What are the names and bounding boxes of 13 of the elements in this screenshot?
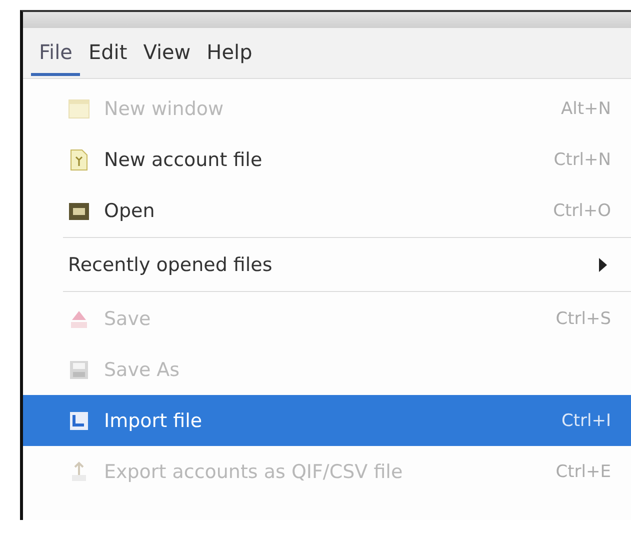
import-icon — [68, 410, 90, 432]
window-icon — [68, 98, 90, 120]
menu-bar-item[interactable]: Edit — [80, 30, 136, 76]
save-as-icon — [68, 358, 90, 380]
submenu-arrow-icon — [599, 258, 607, 272]
menu-item[interactable]: Recently opened files — [23, 239, 631, 290]
menu-item[interactable]: Import file Ctrl+I — [23, 395, 631, 446]
menu-item[interactable]: New account file Ctrl+N — [23, 134, 631, 185]
menu-bar-item[interactable]: File — [31, 30, 80, 76]
menu-bar-item[interactable]: View — [135, 30, 199, 76]
menu-item[interactable]: Open Ctrl+O — [23, 185, 631, 236]
menu-bar-item[interactable]: Help — [198, 30, 260, 76]
new-file-icon — [68, 148, 90, 170]
